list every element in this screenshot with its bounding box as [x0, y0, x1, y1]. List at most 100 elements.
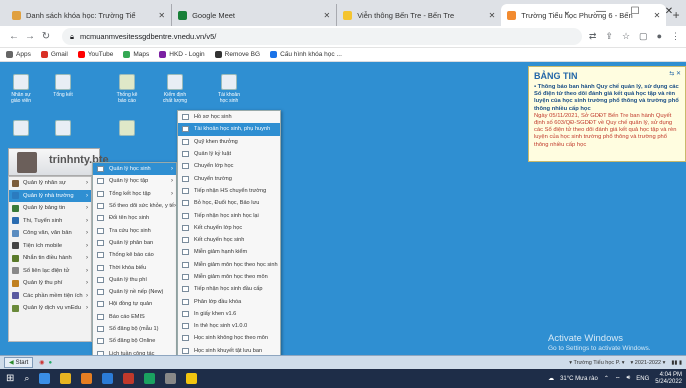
start-button[interactable]: ◀ Start [4, 357, 34, 368]
star-icon[interactable]: ☆ [622, 31, 630, 42]
news-item-1[interactable]: ▪ Thông báo ban hành Quy chế quản lý, sử… [534, 84, 680, 113]
bookmark-item[interactable]: Cấu hình khóa học ... [270, 51, 342, 58]
submenu-item[interactable]: Tiếp nhận học sinh đầu cấp [178, 283, 280, 295]
submenu-item[interactable]: Miễn giảm môn học theo môn [178, 271, 280, 283]
submenu-item[interactable]: In thẻ học sinh v1.0.0 [178, 320, 280, 332]
start-menu-item[interactable]: Nhắn tin điều hành › [9, 252, 91, 265]
tray-arrow-icon[interactable]: ⌃ [604, 375, 609, 382]
start-menu-item[interactable]: Quản lý nhà trường › [9, 189, 91, 202]
bookmark-item[interactable]: HKD - Login [159, 51, 205, 58]
close-window-button[interactable]: ✕ [652, 0, 686, 22]
minimize-button[interactable]: — [584, 0, 618, 22]
submenu-item[interactable]: Tiếp nhận học sinh học lại [178, 209, 280, 221]
app-icon[interactable] [165, 373, 177, 384]
submenu-item[interactable]: Quản lý học tập › [93, 175, 176, 187]
submenu-item[interactable]: Tiếp nhận HS chuyển trường [178, 185, 280, 197]
chrome-active-icon[interactable] [186, 373, 198, 384]
submenu-item[interactable]: Hồ sơ học sinh [178, 111, 280, 123]
bookmark-item[interactable]: Maps [123, 51, 149, 58]
submenu-item[interactable]: Chuyển lớp học [178, 160, 280, 172]
reload-icon[interactable]: ↻ [38, 31, 54, 42]
close-tab-icon[interactable]: ✕ [489, 11, 496, 20]
start-menu-item[interactable]: Sổ liên lạc điện tử › [9, 265, 91, 278]
close-tab-icon[interactable]: ✕ [323, 11, 330, 20]
submenu-item[interactable]: Quản lý phân ban [93, 237, 176, 249]
submenu-item[interactable]: Quản lý kỷ luật [178, 148, 280, 160]
start-menu-item[interactable]: Quản lý bảng tin › [9, 202, 91, 215]
start-menu-item[interactable]: Quản lý thu phí › [9, 277, 91, 290]
start-menu-item[interactable]: Quản lý nhân sự › [9, 177, 91, 190]
back-arrow-icon[interactable]: ← [6, 31, 22, 42]
start-menu-item[interactable]: Tiện ích mobile › [9, 240, 91, 253]
chevron-down-icon[interactable]: ⌄ [550, 0, 584, 22]
submenu-item[interactable]: Quản lý nề nếp (New) [93, 286, 176, 298]
close-tab-icon[interactable]: ✕ [158, 11, 165, 20]
bookmark-item[interactable]: Gmail [40, 51, 68, 58]
url-field[interactable]: 🔒︎ mcmuanmvesitessgdbentre.vnedu.vn/v5/ [62, 28, 582, 45]
submenu-item[interactable]: Sổ đăng bộ (mẫu 1) [93, 323, 176, 335]
news-panel-controls[interactable]: ⇆ ✕ [669, 70, 681, 77]
submenu-item[interactable]: Tra cứu học sinh [93, 224, 176, 236]
submenu-item[interactable]: Miễn giảm môn học theo học sinh [178, 259, 280, 271]
desktop-icon-staff[interactable]: Nhân sự giáo viên [6, 74, 36, 104]
submenu-item[interactable]: Kết chuyển học sinh [178, 234, 280, 246]
more-menu-icon[interactable]: ⋮ [671, 31, 680, 42]
chrome-icon[interactable] [81, 373, 93, 384]
submenu-item[interactable]: Sổ đăng bộ Online [93, 335, 176, 347]
desktop-icon-row2-3[interactable] [112, 120, 142, 138]
profile-avatar[interactable]: ● [657, 31, 662, 42]
app-shortcut-icon[interactable]: ◉ [39, 359, 44, 366]
search-icon[interactable]: ⌕ [24, 373, 29, 384]
submenu-item[interactable]: Đối tên học sinh [93, 212, 176, 224]
start-menu-item[interactable]: Công văn, văn bản › [9, 227, 91, 240]
network-icon[interactable]: ⌔ [615, 375, 621, 383]
submenu-item[interactable]: Bỏ học, Đuổi học, Bảo lưu [178, 197, 280, 209]
clock[interactable]: 4:04 PM 5/24/2022 [655, 372, 682, 386]
desktop-icon-student-accounts[interactable]: Tài khoản học sinh [214, 74, 244, 104]
edge-icon[interactable] [39, 373, 51, 384]
share-icon[interactable]: ⇪ [605, 31, 613, 42]
sidebar-icon[interactable]: ▢ [639, 31, 648, 42]
bookmark-item[interactable]: Apps [6, 51, 31, 58]
translate-icon[interactable]: ⇄ [589, 31, 597, 42]
desktop-icon-statistics[interactable]: Thống kê báo cáo [112, 74, 142, 104]
submenu-item[interactable]: Báo cáo EMIS [93, 311, 176, 323]
desktop-icon-row2-1[interactable] [6, 120, 36, 138]
word-icon[interactable] [102, 373, 114, 384]
submenu-item[interactable]: Quỹ khen thưởng [178, 136, 280, 148]
app-shortcut-icon-2[interactable]: ● [49, 360, 53, 366]
browser-tab[interactable]: Viễn thông Bến Tre - Bến Tre ✕ [336, 4, 501, 26]
submenu-item[interactable]: Hội đồng tự quản [93, 298, 176, 310]
submenu-item[interactable]: Học sinh không học theo môn [178, 332, 280, 344]
browser-tab[interactable]: Google Meet ✕ [171, 4, 336, 26]
submenu-item[interactable]: In giấy khen v1.6 [178, 308, 280, 320]
powerpoint-icon[interactable] [123, 373, 135, 384]
bookmark-item[interactable]: YouTube [77, 51, 113, 58]
volume-icon[interactable]: 🔊︎ [627, 375, 631, 382]
desktop-icon-row2-2[interactable] [48, 120, 78, 138]
language-indicator[interactable]: ENG [636, 376, 649, 382]
news-item-2[interactable]: Ngày 05/11/2021, Sở GDĐT Bến Tre ban hàn… [534, 113, 680, 149]
forward-arrow-icon[interactable]: → [22, 31, 38, 42]
desktop-icon-summary[interactable]: Tổng kết [48, 74, 78, 98]
browser-tab[interactable]: Danh sách khóa học: Trường Tiể ✕ [6, 4, 171, 26]
submenu-item[interactable]: Phân lớp đầu khóa [178, 295, 280, 307]
submenu-item[interactable]: Sổ theo dõi sức khỏe, y tế › [93, 200, 176, 212]
desktop-icon-accreditation[interactable]: Kiểm định chất lượng [160, 74, 190, 104]
windows-start-icon[interactable]: ⊞ [6, 373, 14, 384]
school-selector[interactable]: ▾ Trường Tiểu học P. ▾ [569, 360, 624, 366]
submenu-item[interactable]: Miễn giảm hạnh kiểm [178, 246, 280, 258]
submenu-item[interactable]: Quản lý học sinh › [93, 163, 176, 176]
submenu-item[interactable]: Tài khoản học sinh, phụ huynh [178, 123, 280, 136]
start-menu-item[interactable]: Thi, Tuyển sinh › [9, 215, 91, 228]
submenu-item[interactable]: Kết chuyển lớp học [178, 222, 280, 234]
submenu-item[interactable]: Chuyển trường [178, 172, 280, 184]
file-explorer-icon[interactable] [60, 373, 72, 384]
excel-icon[interactable] [144, 373, 156, 384]
submenu-item[interactable]: Thống kê báo cáo [93, 249, 176, 261]
bookmark-item[interactable]: Remove BG [214, 51, 260, 58]
submenu-item[interactable]: Tổng kết học tập › [93, 188, 176, 200]
submenu-item[interactable]: Quản lý thu phí [93, 274, 176, 286]
submenu-item[interactable]: Thời khóa biểu [93, 261, 176, 273]
start-menu-item[interactable]: Các phần mềm tiện ích › [9, 290, 91, 303]
